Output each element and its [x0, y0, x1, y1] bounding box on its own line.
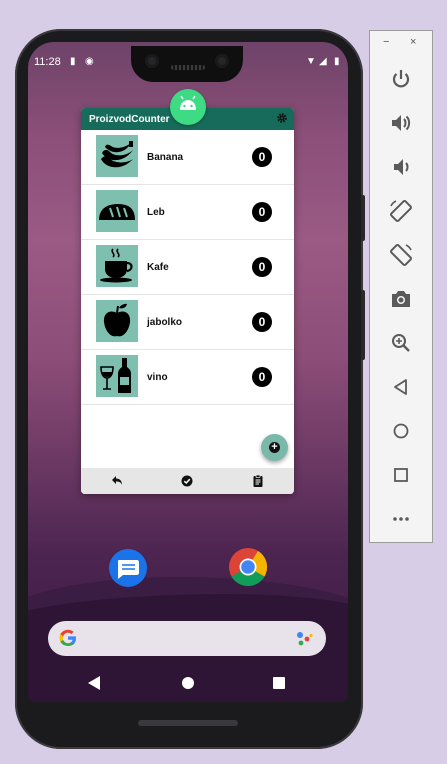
list-item[interactable]: Banana 0 [81, 130, 294, 185]
apple-icon [96, 300, 138, 342]
clipboard-icon[interactable] [251, 474, 265, 488]
volume-down-icon[interactable] [388, 154, 414, 180]
rotate-left-icon[interactable] [388, 198, 414, 224]
assistant-mic-icon[interactable] [296, 631, 314, 647]
recents-square-icon[interactable] [273, 677, 285, 689]
back-arrow-icon[interactable] [110, 474, 124, 488]
product-name: Banana [147, 152, 184, 163]
product-name: Kafe [147, 262, 169, 273]
minimize-button[interactable]: − [383, 36, 389, 48]
battery-icon: ▮ [334, 56, 340, 67]
camera-icon[interactable] [388, 286, 414, 312]
volume-up-icon[interactable] [388, 110, 414, 136]
phone-volume-keys [361, 290, 365, 360]
android-robot-icon [170, 89, 206, 125]
product-count-badge[interactable]: 0 [252, 202, 272, 222]
list-item[interactable]: vino 0 [81, 350, 294, 405]
sync-icon: ◉ [85, 56, 94, 67]
product-name: vino [147, 372, 168, 383]
gear-icon[interactable] [276, 112, 288, 124]
chrome-icon[interactable] [228, 547, 268, 587]
app-window[interactable]: ProizvodCounter Banana 0 Leb 0 Kafe 0 ja… [81, 108, 294, 494]
list-item[interactable]: Kafe 0 [81, 240, 294, 295]
product-name: jabolko [147, 317, 183, 328]
home-icon[interactable] [388, 418, 414, 444]
signal-icon: ◢ [319, 56, 327, 67]
back-triangle-icon[interactable] [88, 676, 100, 690]
bread-icon [96, 190, 138, 232]
wifi-icon: ▼ [306, 56, 316, 67]
product-list: Banana 0 Leb 0 Kafe 0 jabolko 0 vino 0 [81, 130, 294, 405]
power-icon[interactable] [388, 66, 414, 92]
product-count-badge[interactable]: 0 [252, 257, 272, 277]
product-name: Leb [147, 207, 165, 218]
product-count-badge[interactable]: 0 [252, 312, 272, 332]
add-circle-icon: + [269, 442, 280, 453]
system-navbar [28, 662, 348, 702]
add-product-button[interactable]: + [261, 434, 288, 461]
home-circle-icon[interactable] [182, 677, 194, 689]
list-item[interactable]: Leb 0 [81, 185, 294, 240]
app-title: ProizvodCounter [89, 114, 170, 125]
banana-icon [96, 135, 138, 177]
product-count-badge[interactable]: 0 [252, 367, 272, 387]
close-button[interactable]: × [410, 36, 416, 48]
status-time: 11:28 [34, 56, 61, 68]
bottom-speaker [138, 720, 238, 726]
back-icon[interactable] [388, 374, 414, 400]
overview-icon[interactable] [388, 462, 414, 488]
messages-icon[interactable] [109, 549, 147, 587]
product-count-badge[interactable]: 0 [252, 147, 272, 167]
wine-icon [96, 355, 138, 397]
google-search-bar[interactable] [48, 621, 326, 656]
app-bottom-nav [81, 468, 294, 494]
list-item[interactable]: jabolko 0 [81, 295, 294, 350]
status-bar: 11:28 ▮ ◉ ▼ ◢ ▮ [28, 50, 348, 74]
check-circle-icon[interactable] [180, 474, 194, 488]
emulator-toolbar: − × [369, 30, 433, 543]
coffee-cup-icon [96, 245, 138, 287]
more-icon[interactable] [388, 506, 414, 532]
sd-card-icon: ▮ [70, 56, 76, 67]
google-logo-icon [59, 629, 76, 646]
phone-power-key [361, 195, 365, 241]
zoom-icon[interactable] [388, 330, 414, 356]
rotate-right-icon[interactable] [388, 242, 414, 268]
